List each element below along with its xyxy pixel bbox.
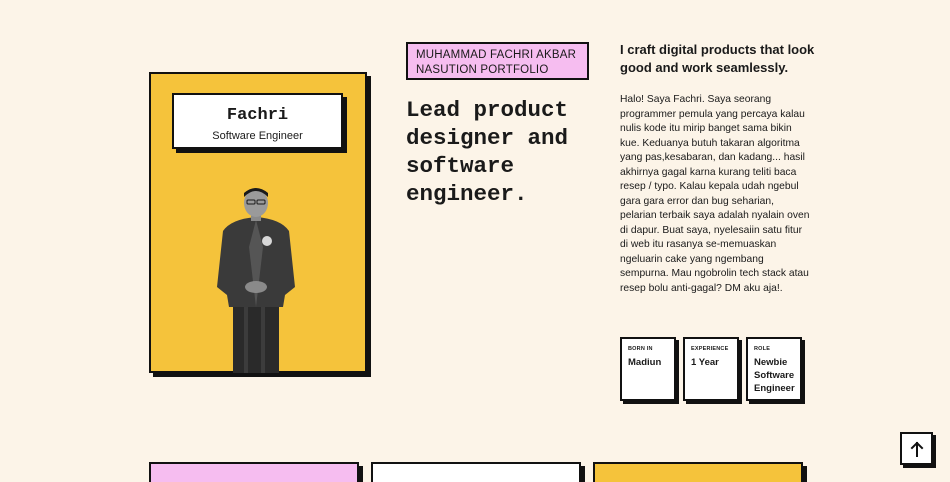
stat-value: Madiun — [628, 357, 662, 368]
lead-text: I craft digital products that look good … — [620, 42, 815, 75]
name-card: Fachri Software Engineer — [172, 93, 343, 149]
stat-label: ROLE — [754, 346, 771, 352]
stat-label: BORN IN — [628, 346, 653, 352]
profile-photo — [217, 188, 295, 373]
stat-label: EXPERIENCE — [691, 346, 729, 352]
stat-role: ROLE Newbie Software Engineer — [746, 337, 802, 401]
scroll-to-top-button[interactable] — [900, 432, 933, 465]
bio-text: Halo! Saya Fachri. Saya seorang programm… — [620, 94, 810, 294]
portfolio-tag: MUHAMMAD FACHRI AKBAR NASUTION PORTFOLIO — [406, 42, 589, 80]
profile-name: Fachri — [226, 106, 289, 125]
profile-role: Software Engineer — [212, 130, 303, 142]
stat-experience: EXPERIENCE 1 Year — [683, 337, 739, 401]
arrow-up-icon — [910, 441, 923, 457]
stat-value: Newbie Software Engineer — [754, 357, 795, 394]
page-headline: Lead product designer and software engin… — [406, 97, 569, 207]
stat-born-in: BORN IN Madiun — [620, 337, 676, 401]
bottom-card-yellow[interactable] — [593, 462, 803, 482]
bottom-card-pink[interactable] — [149, 462, 359, 482]
bottom-card-white[interactable] — [371, 462, 581, 482]
stat-value: 1 Year — [691, 357, 719, 368]
